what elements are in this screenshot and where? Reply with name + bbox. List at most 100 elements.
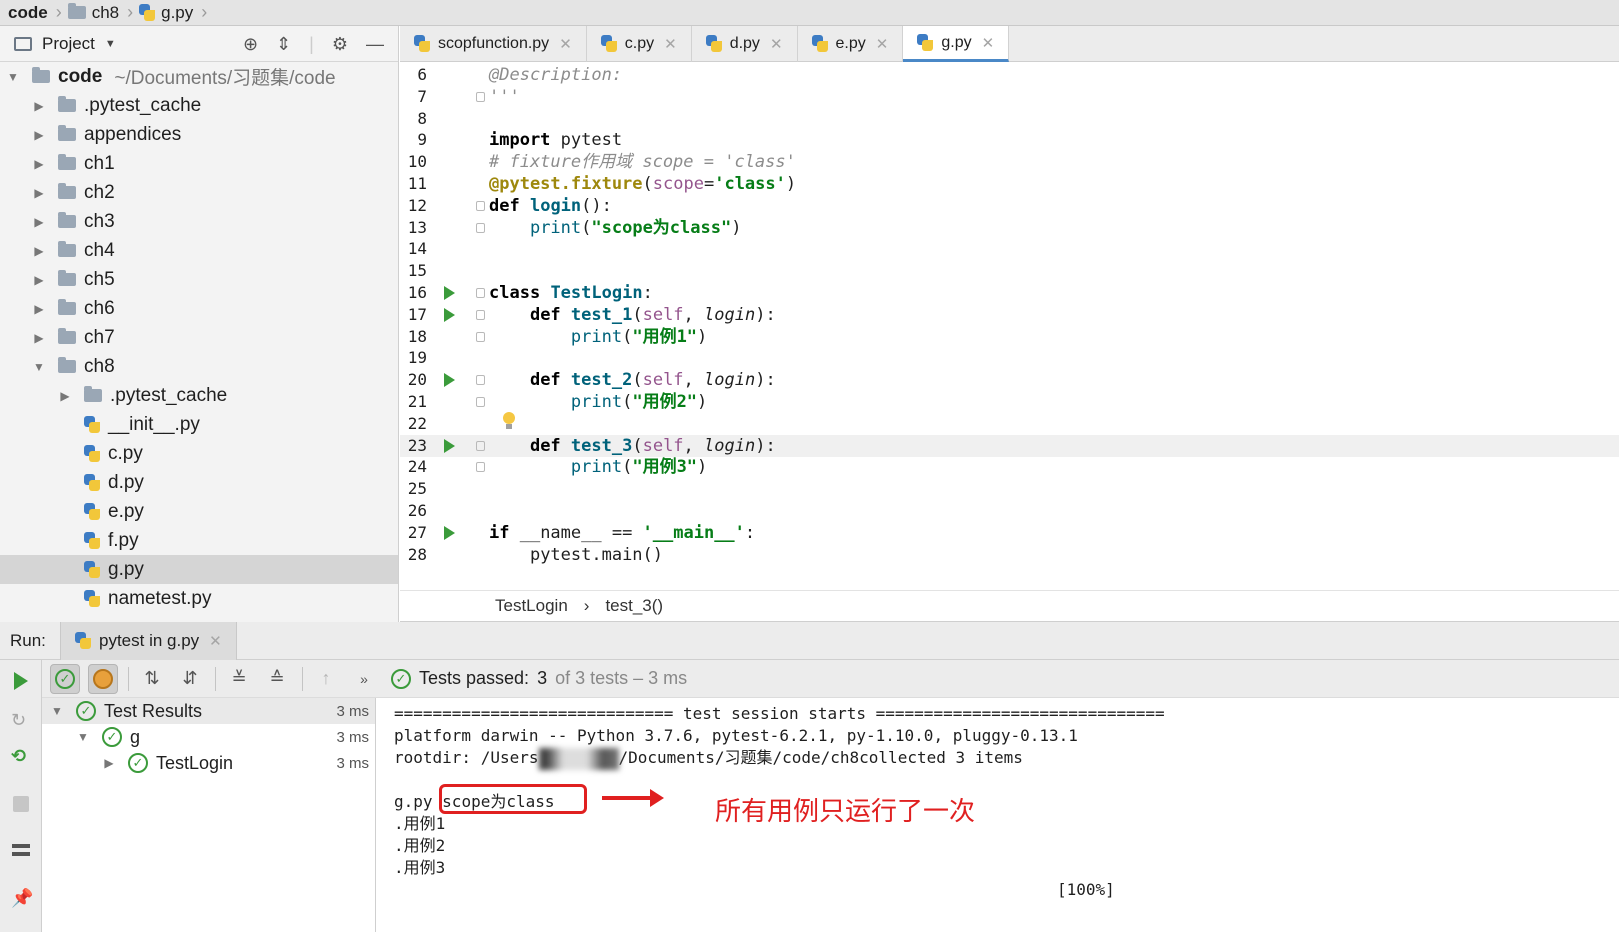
code-line[interactable]: 7 '''	[400, 86, 1619, 108]
code-line[interactable]: 25	[400, 478, 1619, 500]
editor-tab[interactable]: scopfunction.py ✕	[400, 26, 587, 62]
fold-marker-icon[interactable]	[476, 462, 485, 473]
code-line[interactable]: 18 print("用例1")	[400, 326, 1619, 348]
editor-breadcrumb-method[interactable]: test_3()	[605, 596, 663, 616]
run-gutter-icon[interactable]	[444, 373, 455, 388]
code-line[interactable]: 24 print("用例3")	[400, 456, 1619, 478]
collapsed-arrow-icon[interactable]: ▶	[32, 331, 46, 345]
stop-icon[interactable]	[13, 796, 29, 812]
run-gutter-icon[interactable]	[444, 307, 455, 322]
test-node-testlogin[interactable]: ▶ ✓ TestLogin 3 ms	[42, 750, 375, 776]
close-icon[interactable]: ✕	[559, 35, 572, 53]
tree-folder-ch8[interactable]: ▼ ch8	[0, 352, 398, 381]
collapse-all-icon[interactable]: ⇕	[276, 34, 291, 55]
chevron-down-icon[interactable]: ▼	[105, 38, 116, 50]
fold-marker-icon[interactable]	[476, 288, 485, 298]
fold-marker-icon[interactable]	[476, 440, 485, 451]
test-results-root[interactable]: ▼ ✓ Test Results 3 ms	[42, 698, 375, 724]
test-node-g[interactable]: ▼ ✓ g 3 ms	[42, 724, 375, 750]
collapsed-arrow-icon[interactable]: ▶	[32, 157, 46, 171]
fold-marker-icon[interactable]	[476, 331, 485, 342]
tree-folder[interactable]: ▶ .pytest_cache	[0, 91, 398, 120]
run-gutter-icon[interactable]	[444, 286, 455, 300]
run-tab[interactable]: pytest in g.py ✕	[60, 621, 237, 660]
collapse-all-button[interactable]: ≙	[262, 664, 292, 694]
code-line[interactable]: 12 def login():	[400, 195, 1619, 217]
editor-breadcrumb-class[interactable]: TestLogin	[495, 596, 568, 616]
layout-icon[interactable]	[12, 844, 30, 856]
tree-file[interactable]: f.py	[0, 526, 398, 555]
close-icon[interactable]: ✕	[982, 34, 995, 52]
code-line[interactable]: 9 import pytest	[400, 129, 1619, 151]
code-line[interactable]: 21 print("用例2")	[400, 391, 1619, 413]
tree-root[interactable]: ▼ code ~/Documents/习题集/code	[0, 62, 398, 91]
close-icon[interactable]: ✕	[209, 632, 222, 650]
breadcrumb-file[interactable]: g.py	[139, 3, 199, 23]
code-line[interactable]: 26	[400, 500, 1619, 522]
collapsed-arrow-icon[interactable]: ▶	[32, 128, 46, 142]
locate-icon[interactable]: ⊕	[243, 34, 258, 55]
tree-folder[interactable]: ▶ ch7	[0, 323, 398, 352]
code-line[interactable]: 19	[400, 347, 1619, 369]
code-line[interactable]: 20 def test_2(self, login):	[400, 369, 1619, 391]
collapsed-arrow-icon[interactable]: ▶	[32, 215, 46, 229]
collapsed-arrow-icon[interactable]: ▶	[32, 302, 46, 316]
editor-tab[interactable]: c.py ✕	[587, 26, 692, 62]
code-line[interactable]: 13 print("scope为class")	[400, 217, 1619, 239]
project-panel-title[interactable]: Project	[42, 34, 95, 54]
close-icon[interactable]: ✕	[664, 35, 677, 53]
collapsed-arrow-icon[interactable]: ▶	[32, 186, 46, 200]
console-output[interactable]: ============================= test sessi…	[377, 698, 1619, 932]
fold-marker-icon[interactable]	[476, 200, 485, 211]
tree-folder[interactable]: ▶ ch4	[0, 236, 398, 265]
code-line[interactable]: 6 @Description:	[400, 64, 1619, 86]
rerun-failed-icon[interactable]: ↻	[11, 710, 31, 730]
tree-folder[interactable]: ▶ ch2	[0, 178, 398, 207]
expanded-arrow-icon[interactable]: ▼	[6, 70, 20, 84]
code-line[interactable]: 27 if __name__ == '__main__':	[400, 522, 1619, 544]
collapsed-arrow-icon[interactable]: ▶	[32, 99, 46, 113]
editor-tab[interactable]: e.py ✕	[798, 26, 904, 62]
code-line[interactable]: 8	[400, 108, 1619, 130]
rerun-icon[interactable]	[14, 672, 28, 690]
sort-duration-button[interactable]: ⇵	[175, 664, 205, 694]
run-gutter-icon[interactable]	[444, 438, 455, 453]
minimize-icon[interactable]: —	[366, 34, 384, 55]
lightbulb-icon[interactable]	[502, 412, 516, 430]
pin-icon[interactable]: 📌	[11, 888, 33, 908]
collapsed-arrow-icon[interactable]: ▶	[102, 756, 116, 770]
code-line[interactable]: 10 # fixture作用域 scope = 'class'	[400, 151, 1619, 173]
collapsed-arrow-icon[interactable]: ▶	[32, 244, 46, 258]
tree-file[interactable]: __init__.py	[0, 410, 398, 439]
fold-marker-icon[interactable]	[476, 309, 485, 320]
sort-alpha-button[interactable]: ⇅	[137, 664, 167, 694]
code-line[interactable]: 11 @pytest.fixture(scope='class')	[400, 173, 1619, 195]
tree-file[interactable]: e.py	[0, 497, 398, 526]
close-icon[interactable]: ✕	[876, 35, 889, 53]
tree-folder[interactable]: ▶ .pytest_cache	[0, 381, 398, 410]
toggle-auto-test-icon[interactable]: ⟲	[11, 746, 31, 766]
tree-folder[interactable]: ▶ appendices	[0, 120, 398, 149]
fold-marker-icon[interactable]	[476, 222, 485, 233]
expanded-arrow-icon[interactable]: ▼	[76, 730, 90, 744]
tree-folder[interactable]: ▶ ch3	[0, 207, 398, 236]
fold-marker-icon[interactable]	[476, 91, 485, 102]
tree-folder[interactable]: ▶ ch1	[0, 149, 398, 178]
breadcrumb-project[interactable]: code	[8, 3, 54, 23]
tree-file[interactable]: d.py	[0, 468, 398, 497]
collapsed-arrow-icon[interactable]: ▶	[32, 273, 46, 287]
more-actions-button[interactable]: »	[349, 664, 379, 694]
fold-marker-icon[interactable]	[476, 397, 485, 407]
tree-file[interactable]: g.py	[0, 555, 398, 584]
editor-tab[interactable]: d.py ✕	[692, 26, 798, 62]
fold-marker-icon[interactable]	[476, 375, 485, 386]
breadcrumb-folder[interactable]: ch8	[67, 3, 125, 23]
tree-folder[interactable]: ▶ ch5	[0, 265, 398, 294]
code-editor[interactable]: 6 @Description: 7 ''' 8 9 import pytest 10 # fix…	[400, 62, 1619, 590]
show-ignored-button[interactable]	[88, 663, 118, 694]
code-line[interactable]: 16 class TestLogin:	[400, 282, 1619, 304]
close-icon[interactable]: ✕	[770, 35, 783, 53]
code-line[interactable]: 23 def test_3(self, login):	[400, 434, 1619, 457]
code-line[interactable]: 15	[400, 260, 1619, 282]
code-line[interactable]: 17 def test_1(self, login):	[400, 304, 1619, 326]
